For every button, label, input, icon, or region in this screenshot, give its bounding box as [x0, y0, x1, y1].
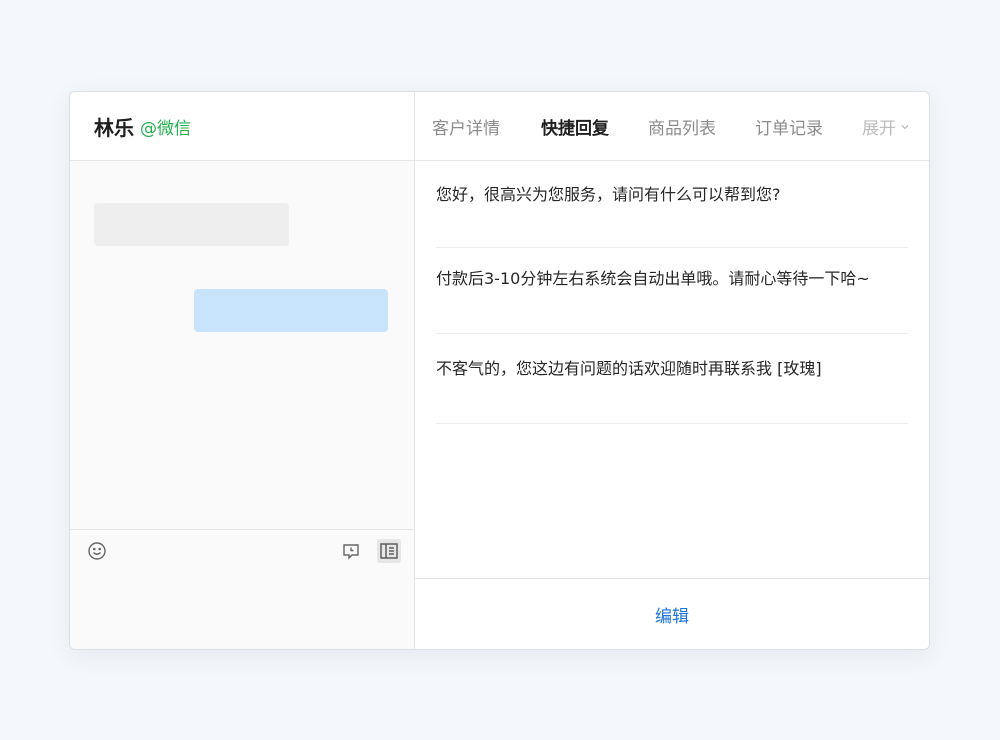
tab-expand[interactable]: 展开	[862, 114, 910, 139]
side-panel: 客户详情 快捷回复 商品列表 订单记录 展开 您好，很高兴为您服务，请问有什么可…	[415, 92, 929, 649]
message-composer[interactable]	[70, 529, 414, 649]
tab-quick-reply[interactable]: 快捷回复	[541, 114, 609, 139]
tab-order-history[interactable]: 订单记录	[755, 114, 823, 139]
chat-window: 林乐 @微信 客户详情 快捷回复 商品列表 订单记录 展开 您好，很高兴为您服务…	[69, 91, 930, 650]
tab-customer-details[interactable]: 客户详情	[432, 114, 500, 139]
tab-product-list[interactable]: 商品列表	[648, 114, 716, 139]
quick-reply-item[interactable]: 您好，很高兴为您服务，请问有什么可以帮到您?	[436, 162, 908, 248]
tab-expand-label: 展开	[862, 119, 896, 139]
contact-channel: @微信	[140, 118, 191, 139]
outgoing-message-placeholder	[194, 289, 388, 332]
panel-footer: 编辑	[415, 578, 929, 649]
quick-reply-item[interactable]: 不客气的，您这边有问题的话欢迎随时再联系我 [玫瑰]	[436, 334, 908, 424]
chat-header: 林乐 @微信	[70, 92, 414, 161]
clock-message-icon[interactable]	[339, 539, 363, 563]
panel-tabs: 客户详情 快捷回复 商品列表 订单记录 展开	[415, 92, 929, 161]
chat-pane: 林乐 @微信	[70, 92, 415, 649]
quick-reply-list: 您好，很高兴为您服务，请问有什么可以帮到您? 付款后3-10分钟左右系统会自动出…	[436, 162, 908, 424]
chevron-down-icon	[900, 117, 910, 137]
quick-reply-item[interactable]: 付款后3-10分钟左右系统会自动出单哦。请耐心等待一下哈~	[436, 248, 908, 334]
incoming-message-placeholder	[94, 203, 289, 246]
smile-icon[interactable]	[85, 539, 109, 563]
side-panel-icon[interactable]	[377, 539, 401, 563]
contact-name: 林乐	[94, 115, 134, 140]
edit-button[interactable]: 编辑	[655, 602, 689, 627]
